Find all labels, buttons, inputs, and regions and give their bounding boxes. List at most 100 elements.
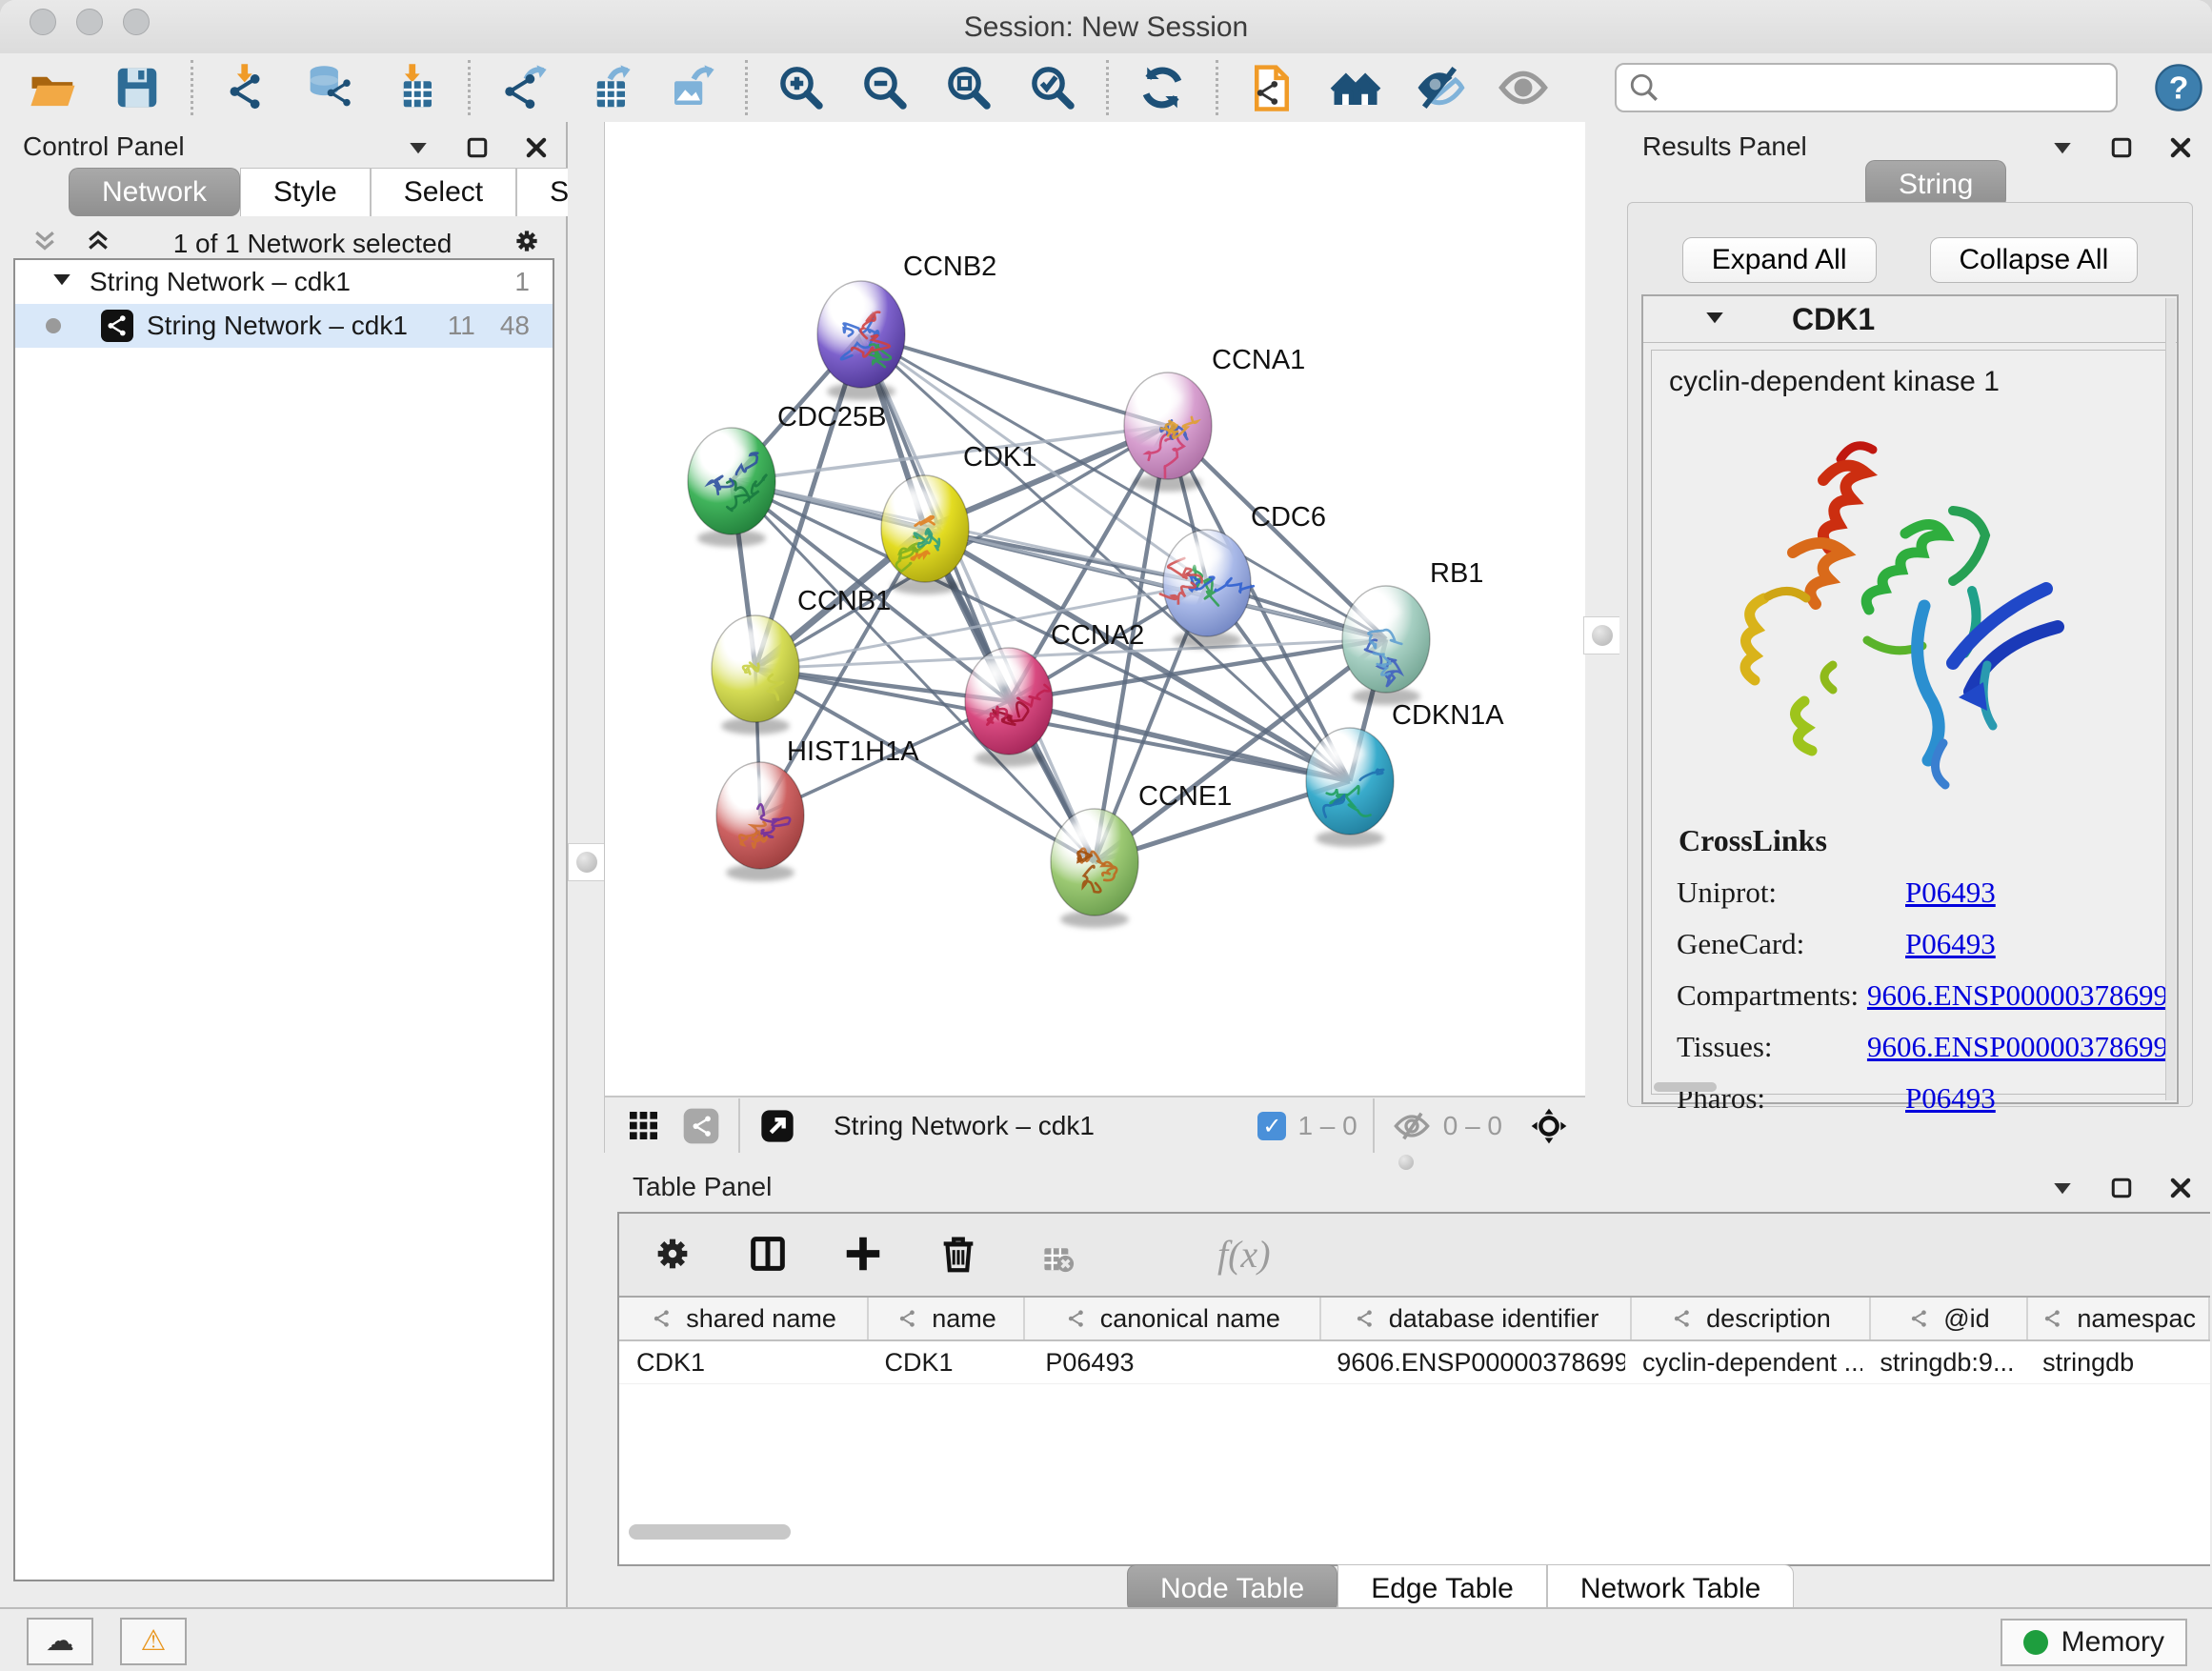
network-node-CCNE1[interactable]: CCNE1 <box>1051 781 1232 928</box>
add-column-icon[interactable] <box>836 1227 890 1280</box>
string-home-icon[interactable] <box>1329 61 1382 114</box>
tab-node-table[interactable]: Node Table <box>1127 1564 1337 1613</box>
column-header-database-identifier[interactable]: database identifier <box>1321 1298 1633 1339</box>
open-in-string-icon[interactable] <box>1245 61 1298 114</box>
network-canvas[interactable]: CCNB2 CCNA1 CDC25B CDK1 CDC6 RB1 CCNB1 <box>604 122 1587 1096</box>
memory-ok-dot-icon <box>2023 1630 2048 1655</box>
network-node-RB1[interactable]: RB1 <box>1342 558 1483 705</box>
memory-label: Memory <box>2061 1626 2164 1659</box>
import-network-file-icon[interactable] <box>220 61 273 114</box>
network-collection-row[interactable]: String Network – cdk1 1 <box>15 260 553 304</box>
save-session-icon[interactable] <box>111 61 164 114</box>
network-node-CDKN1A[interactable]: CDKN1A <box>1306 700 1504 847</box>
network-selection-summary: 1 of 1 Network selected <box>112 229 513 259</box>
export-table-icon[interactable] <box>581 61 634 114</box>
network-tree: String Network – cdk1 1 String Network –… <box>13 258 554 1581</box>
collapse-all-button[interactable]: Collapse All <box>1930 237 2139 283</box>
search-input[interactable] <box>1670 72 2074 104</box>
table-cell: CDK1 <box>868 1341 1029 1383</box>
show-all-icon[interactable] <box>1497 61 1550 114</box>
node-label: CDC6 <box>1251 502 1326 533</box>
selected-checkbox-icon[interactable]: ✓ <box>1257 1112 1286 1140</box>
crosslink-row: Compartments:9606.ENSP00000378699 <box>1652 978 2168 1013</box>
results-hscroll-thumb[interactable] <box>1654 1082 1717 1092</box>
panel-menu-icon[interactable] <box>2048 1174 2077 1207</box>
warning-status-button[interactable]: ⚠ <box>120 1618 187 1665</box>
tab-style[interactable]: Style <box>240 168 371 216</box>
export-image-icon[interactable] <box>665 61 718 114</box>
collapse-all-tree-icon[interactable] <box>30 227 59 262</box>
node-label: CDK1 <box>963 442 1036 473</box>
panel-close-icon[interactable] <box>522 133 551 167</box>
warning-icon: ⚠ <box>141 1624 167 1658</box>
panel-close-icon[interactable] <box>2166 133 2195 167</box>
panel-float-icon[interactable] <box>2107 133 2136 167</box>
zoom-out-icon[interactable] <box>858 61 912 114</box>
panel-float-icon[interactable] <box>463 133 492 167</box>
column-header-shared-name[interactable]: shared name <box>619 1298 869 1339</box>
cloud-status-button[interactable]: ☁ <box>27 1618 93 1665</box>
column-header-description[interactable]: description <box>1632 1298 1870 1339</box>
results-vscroll-track[interactable] <box>2165 298 2176 1100</box>
split-panel-icon[interactable] <box>741 1227 794 1280</box>
birds-eye-view-icon[interactable] <box>679 1104 723 1148</box>
expand-all-button[interactable]: Expand All <box>1682 237 1877 283</box>
grid-view-icon[interactable] <box>622 1104 666 1148</box>
memory-button[interactable]: Memory <box>2001 1619 2187 1666</box>
column-header-canonical-name[interactable]: canonical name <box>1025 1298 1321 1339</box>
right-splitter[interactable] <box>1585 122 1619 1153</box>
fit-content-crosshair-icon[interactable] <box>1527 1104 1571 1148</box>
column-header-@id[interactable]: @id <box>1871 1298 2029 1339</box>
horizontal-splitter-handle[interactable] <box>1398 1155 1414 1170</box>
node-label: CCNB1 <box>797 586 891 616</box>
panel-menu-icon[interactable] <box>2048 133 2077 167</box>
table-row[interactable]: CDK1CDK1P064939606.ENSP00000378699cyclin… <box>619 1341 2210 1384</box>
refresh-network-icon[interactable] <box>1136 61 1189 114</box>
import-network-database-icon[interactable] <box>304 61 357 114</box>
column-header-namespac[interactable]: namespac <box>2028 1298 2210 1339</box>
left-splitter-handle[interactable] <box>568 843 606 881</box>
crosslink-row: Tissues:9606.ENSP00000378699 <box>1652 1030 2168 1064</box>
selected-count: 1 – 0 <box>1297 1111 1357 1141</box>
delete-column-icon[interactable] <box>932 1227 985 1280</box>
gear-icon[interactable] <box>513 227 541 262</box>
tab-network[interactable]: Network <box>69 168 240 216</box>
detach-view-icon[interactable] <box>755 1104 799 1148</box>
tab-network-table[interactable]: Network Table <box>1547 1564 1795 1613</box>
import-table-file-icon[interactable] <box>388 61 441 114</box>
protein-structure-image <box>1680 419 2100 819</box>
panel-menu-icon[interactable] <box>404 133 432 167</box>
gene-expander-icon[interactable] <box>1700 303 1729 336</box>
help-icon[interactable]: ? <box>2152 61 2205 114</box>
crosslink-link[interactable]: P06493 <box>1905 1081 1996 1116</box>
crosslink-link[interactable]: P06493 <box>1905 876 1996 910</box>
tree-expander-icon[interactable] <box>48 265 76 300</box>
search-field[interactable] <box>1615 63 2118 112</box>
crosslink-link[interactable]: 9606.ENSP00000378699 <box>1867 978 2168 1013</box>
main-toolbar: ? <box>0 53 2212 124</box>
hide-selected-icon[interactable] <box>1413 61 1466 114</box>
table-hscroll-thumb[interactable] <box>629 1524 791 1540</box>
tab-select[interactable]: Select <box>371 168 516 216</box>
results-panel: Results Panel String Expand All Collapse… <box>1619 122 2212 1153</box>
delete-table-icon[interactable] <box>1027 1227 1080 1280</box>
column-header-name[interactable]: name <box>869 1298 1025 1339</box>
crosslink-link[interactable]: 9606.ENSP00000378699 <box>1867 1030 2168 1064</box>
network-row[interactable]: String Network – cdk1 11 48 <box>15 304 553 348</box>
left-splitter[interactable] <box>568 122 604 1607</box>
function-builder-icon[interactable] <box>1122 1227 1176 1280</box>
panel-float-icon[interactable] <box>2107 1174 2136 1207</box>
right-splitter-handle[interactable] <box>1583 616 1621 654</box>
open-session-icon[interactable] <box>27 61 80 114</box>
crosslink-link[interactable]: P06493 <box>1905 927 1996 961</box>
expand-all-tree-icon[interactable] <box>84 227 112 262</box>
zoom-in-icon[interactable] <box>774 61 828 114</box>
results-panel-title: Results Panel <box>1642 131 1807 162</box>
zoom-fit-icon[interactable] <box>942 61 995 114</box>
panel-close-icon[interactable] <box>2166 1174 2195 1207</box>
network-node-HIST1H1A[interactable]: HIST1H1A <box>716 736 919 881</box>
table-settings-gear-icon[interactable] <box>646 1227 699 1280</box>
export-network-icon[interactable] <box>497 61 551 114</box>
tab-edge-table[interactable]: Edge Table <box>1337 1564 1547 1613</box>
zoom-selected-icon[interactable] <box>1026 61 1079 114</box>
